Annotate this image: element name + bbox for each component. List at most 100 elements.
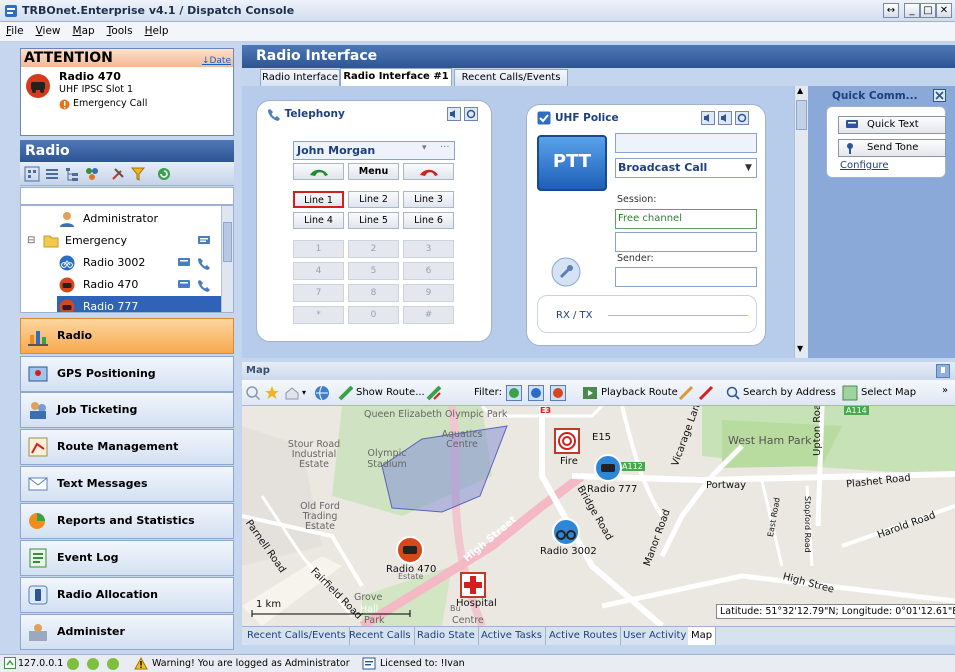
line-2-button[interactable]: Line 2 [348, 191, 399, 208]
settings-icon[interactable] [464, 107, 478, 121]
ptt-button[interactable]: PTT [537, 135, 607, 191]
line-5-button[interactable]: Line 5 [348, 212, 399, 229]
playback-route-button[interactable]: Playback Route [601, 380, 678, 406]
configure-link[interactable]: Configure [840, 160, 888, 171]
tree-row-radio-470[interactable]: Radio 470 [21, 274, 221, 296]
tab-radio-interface-1[interactable]: Radio Interface #1 [340, 68, 452, 86]
select-all-icon[interactable] [24, 166, 40, 182]
tab-recent-calls-events[interactable]: Recent Calls/Events [454, 69, 568, 86]
filter-blue-icon[interactable] [528, 385, 544, 401]
filter-icon[interactable] [130, 166, 146, 182]
line-6-button[interactable]: Line 6 [403, 212, 454, 229]
nav-job-ticketing[interactable]: Job Ticketing [20, 392, 234, 428]
tab-radio-interface[interactable]: Radio Interface [260, 69, 340, 86]
message-icon[interactable] [177, 257, 191, 269]
tab-radio-state[interactable]: Radio State [414, 627, 479, 645]
list-view-icon[interactable] [44, 166, 60, 182]
nav-event-log[interactable]: Event Log [20, 540, 234, 576]
tab-active-routes[interactable]: Active Routes [546, 627, 622, 645]
keypad-5[interactable]: 5 [348, 262, 399, 280]
tree-row-administrator[interactable]: Administrator [21, 208, 221, 230]
keypad-4[interactable]: 4 [293, 262, 344, 280]
channel-field[interactable] [615, 133, 757, 153]
message-icon[interactable] [197, 235, 211, 247]
menu-view[interactable]: View [30, 22, 67, 37]
keypad-2[interactable]: 2 [348, 240, 399, 258]
home-icon[interactable] [284, 385, 300, 401]
overflow-icon[interactable]: » [942, 378, 948, 404]
minimize-button[interactable]: _ [904, 3, 920, 18]
tab-recent-calls-events-bottom[interactable]: Recent Calls/Events [244, 627, 350, 645]
answer-call-button[interactable] [293, 163, 344, 180]
tree-row-emergency[interactable]: ⊟ Emergency [21, 230, 221, 252]
menu-file[interactable]: File [0, 22, 30, 37]
radio-interface-scrollbar[interactable]: ▲ ▼ [794, 86, 808, 358]
tree-scrollbar[interactable] [221, 206, 233, 312]
menu-help[interactable]: Help [139, 22, 175, 37]
tab-user-activity[interactable]: User Activity [620, 627, 691, 645]
keypad-7[interactable]: 7 [293, 284, 344, 302]
map-view[interactable]: Queen Elizabeth Olympic Park Aquatics Ce… [242, 406, 955, 626]
attention-radio-name[interactable]: Radio 470 [59, 70, 121, 83]
globe-icon[interactable] [314, 385, 330, 401]
star-icon[interactable] [264, 385, 280, 401]
sort-by-date-link[interactable]: ↓Date [202, 52, 231, 70]
ruler-icon[interactable] [678, 385, 694, 401]
nav-reports-and-statistics[interactable]: Reports and Statistics [20, 503, 234, 539]
tab-map[interactable]: Map [688, 627, 717, 645]
refresh-icon[interactable] [156, 166, 172, 182]
hospital-marker-icon[interactable] [460, 572, 486, 598]
keypad-star[interactable]: * [293, 306, 344, 324]
tree-row-radio-3002[interactable]: Radio 3002 [21, 252, 221, 274]
nav-radio[interactable]: Radio [20, 318, 234, 354]
menu-map[interactable]: Map [67, 22, 101, 37]
nav-gps-positioning[interactable]: GPS Positioning [20, 356, 234, 392]
keypad-3[interactable]: 3 [403, 240, 454, 258]
nav-route-management[interactable]: Route Management [20, 429, 234, 465]
call-icon[interactable] [197, 256, 211, 270]
volume-icon[interactable] [701, 111, 715, 125]
radio-470-marker-icon[interactable] [396, 536, 424, 564]
zoom-out-icon[interactable] [246, 386, 260, 400]
collapse-icon[interactable]: ⊟ [27, 230, 35, 252]
filter-green-icon[interactable] [506, 385, 522, 401]
line-1-button[interactable]: Line 1 [293, 191, 344, 208]
tree-row-radio-777[interactable]: Radio 777 [57, 296, 221, 312]
search-by-address-button[interactable]: Search by Address [743, 380, 836, 406]
pin-icon[interactable] [936, 364, 950, 378]
send-tone-button[interactable]: Send Tone [838, 139, 946, 157]
keypad-8[interactable]: 8 [348, 284, 399, 302]
quick-text-button[interactable]: Quick Text [838, 116, 946, 134]
draw-icon[interactable] [698, 385, 714, 401]
maximize-button[interactable]: □ [920, 3, 936, 18]
channel-checkbox[interactable] [537, 111, 551, 125]
tab-active-tasks[interactable]: Active Tasks [478, 627, 546, 645]
radio-777-marker-icon[interactable] [594, 454, 622, 482]
restore-layout-button[interactable]: ↔ [883, 3, 899, 18]
mute-icon[interactable] [447, 107, 461, 121]
call-icon[interactable] [197, 278, 211, 292]
nav-radio-allocation[interactable]: Radio Allocation [20, 577, 234, 613]
menu-button[interactable]: Menu [348, 163, 399, 180]
fire-marker-icon[interactable] [554, 428, 580, 454]
close-icon[interactable] [933, 89, 946, 102]
radio-search-input[interactable] [20, 187, 234, 205]
keypad-0[interactable]: 0 [348, 306, 399, 324]
nav-text-messages[interactable]: Text Messages [20, 466, 234, 502]
group-icon[interactable] [84, 166, 100, 182]
mute-icon[interactable] [718, 111, 732, 125]
hangup-button[interactable] [403, 163, 454, 180]
emergency-button[interactable] [551, 257, 581, 287]
call-type-select[interactable]: Broadcast Call ▼ [615, 158, 757, 178]
nav-administer[interactable]: Administer [20, 614, 234, 650]
message-icon[interactable] [177, 279, 191, 291]
radio-3002-marker-icon[interactable] [552, 518, 580, 546]
keypad-hash[interactable]: # [403, 306, 454, 324]
close-button[interactable]: ✕ [936, 3, 952, 18]
chevron-down-icon[interactable]: ▾ [302, 380, 306, 406]
show-route-button[interactable]: Show Route... [356, 380, 425, 406]
tab-recent-calls[interactable]: Recent Calls [346, 627, 415, 645]
tree-view-icon[interactable] [64, 166, 80, 182]
contact-select[interactable]: John Morgan ▾ ··· [293, 141, 455, 160]
keypad-1[interactable]: 1 [293, 240, 344, 258]
